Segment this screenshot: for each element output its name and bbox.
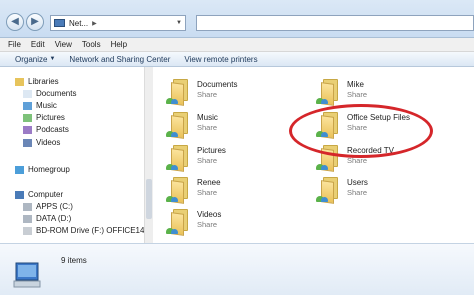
details-pane: 9 items xyxy=(0,243,474,295)
nav-item[interactable]: Music xyxy=(23,100,57,111)
folder-type: Share xyxy=(347,90,368,99)
shared-folder-item[interactable]: Music Share xyxy=(166,110,308,140)
nav-item-label: Pictures xyxy=(36,113,65,122)
nav-item[interactable]: BD-ROM Drive (F:) OFFICE14 xyxy=(23,225,144,236)
share-users-icon xyxy=(164,96,180,105)
folder-type: Share xyxy=(197,220,218,229)
shared-folder-icon xyxy=(166,209,190,237)
network-sharing-center-button[interactable]: Network and Sharing Center xyxy=(69,55,170,64)
nav-item[interactable]: Podcasts xyxy=(23,124,69,135)
title-bar: ◀ ▶ Net... ▶ ▼ xyxy=(0,0,474,38)
folder-name: Videos xyxy=(197,210,222,219)
computer-icon xyxy=(13,262,41,288)
shared-folder-icon xyxy=(166,79,190,107)
file-list: Documents Share Mike Share Music Share Office … xyxy=(154,67,474,243)
nav-item[interactable]: Pictures xyxy=(23,112,65,123)
menu-file[interactable]: File xyxy=(8,40,21,49)
folder-type: Share xyxy=(197,156,218,165)
nav-item-label: Videos xyxy=(36,138,61,147)
menu-view[interactable]: View xyxy=(55,40,72,49)
search-input[interactable] xyxy=(196,15,474,31)
shared-folder-icon xyxy=(166,177,190,205)
organize-dropdown-icon[interactable]: ▼ xyxy=(49,56,55,62)
disc-drive-icon xyxy=(23,226,32,235)
folder-name: Music xyxy=(197,113,218,122)
documents-icon xyxy=(23,89,32,98)
nav-item[interactable]: Libraries xyxy=(15,76,59,87)
nav-item-label: Computer xyxy=(28,190,64,199)
share-users-icon xyxy=(314,162,330,171)
scrollbar-thumb[interactable] xyxy=(146,179,152,219)
menu-bar: File Edit View Tools Help xyxy=(0,38,474,52)
nav-item[interactable]: Documents xyxy=(23,88,76,99)
podcasts-icon xyxy=(23,125,32,134)
menu-edit[interactable]: Edit xyxy=(31,40,45,49)
drive-icon xyxy=(23,214,32,223)
folder-name: Pictures xyxy=(197,146,226,155)
share-users-icon xyxy=(164,129,180,138)
nav-item[interactable]: APPS (C:) xyxy=(23,201,73,212)
nav-scrollbar[interactable] xyxy=(144,67,153,243)
pictures-icon xyxy=(23,113,32,122)
libraries-icon xyxy=(15,77,24,86)
nav-item-label: Libraries xyxy=(28,77,59,86)
highlight-circle xyxy=(289,104,433,158)
forward-button[interactable]: ▶ xyxy=(26,13,44,31)
nav-item-label: Podcasts xyxy=(36,125,69,134)
breadcrumb-arrow-icon[interactable]: ▶ xyxy=(92,20,97,27)
address-path: Net... xyxy=(69,18,89,28)
nav-item[interactable]: DATA (D:) xyxy=(23,213,71,224)
shared-folder-item[interactable]: Users Share xyxy=(316,175,458,205)
menu-help[interactable]: Help xyxy=(111,40,127,49)
music-icon xyxy=(23,101,32,110)
share-users-icon xyxy=(164,194,180,203)
drive-icon xyxy=(23,202,32,211)
share-users-icon xyxy=(314,96,330,105)
folder-name: Mike xyxy=(347,80,364,89)
shared-folder-item[interactable]: Pictures Share xyxy=(166,143,308,173)
nav-item-label: APPS (C:) xyxy=(36,202,73,211)
folder-type: Share xyxy=(347,188,368,197)
address-dropdown-icon[interactable]: ▼ xyxy=(176,20,182,26)
share-users-icon xyxy=(164,226,180,235)
shared-folder-item[interactable]: Mike Share xyxy=(316,77,458,107)
nav-item-label: DATA (D:) xyxy=(36,214,72,223)
homegroup-icon xyxy=(15,165,24,174)
nav-item-label: Music xyxy=(36,101,57,110)
shared-folder-item[interactable]: Videos Share xyxy=(166,207,308,237)
shared-folder-icon xyxy=(166,145,190,173)
command-bar: Organize ▼ Network and Sharing Center Vi… xyxy=(0,52,474,67)
nav-item[interactable]: Homegroup xyxy=(15,164,70,175)
back-button[interactable]: ◀ xyxy=(6,13,24,31)
item-count: 9 items xyxy=(61,256,87,265)
menu-tools[interactable]: Tools xyxy=(82,40,101,49)
folder-name: Users xyxy=(347,178,368,187)
nav-item-label: Documents xyxy=(36,89,77,98)
shared-folder-icon xyxy=(316,177,340,205)
share-users-icon xyxy=(314,194,330,203)
navigation-pane: Libraries Documents Music Pictures Podcasts V… xyxy=(0,67,144,243)
view-remote-printers-button[interactable]: View remote printers xyxy=(184,55,257,64)
address-bar[interactable]: Net... ▶ ▼ xyxy=(50,15,186,31)
folder-type: Share xyxy=(197,123,218,132)
organize-button[interactable]: Organize xyxy=(15,55,47,64)
network-icon xyxy=(54,19,65,27)
nav-item[interactable]: Computer xyxy=(15,189,63,200)
nav-item[interactable]: Videos xyxy=(23,137,60,148)
folder-name: Renee xyxy=(197,178,221,187)
nav-item-label: BD-ROM Drive (F:) OFFICE14 xyxy=(36,226,145,235)
refresh-button[interactable] xyxy=(188,15,196,31)
shared-folder-item[interactable]: Documents Share xyxy=(166,77,308,107)
shared-folder-item[interactable]: Renee Share xyxy=(166,175,308,205)
share-users-icon xyxy=(164,162,180,171)
shared-folder-icon xyxy=(166,112,190,140)
folder-name: Documents xyxy=(197,80,238,89)
folder-type: Share xyxy=(197,90,218,99)
folder-type: Share xyxy=(197,188,218,197)
nav-item-label: Homegroup xyxy=(28,165,70,174)
computer-icon xyxy=(15,190,24,199)
shared-folder-icon xyxy=(316,79,340,107)
videos-icon xyxy=(23,138,32,147)
